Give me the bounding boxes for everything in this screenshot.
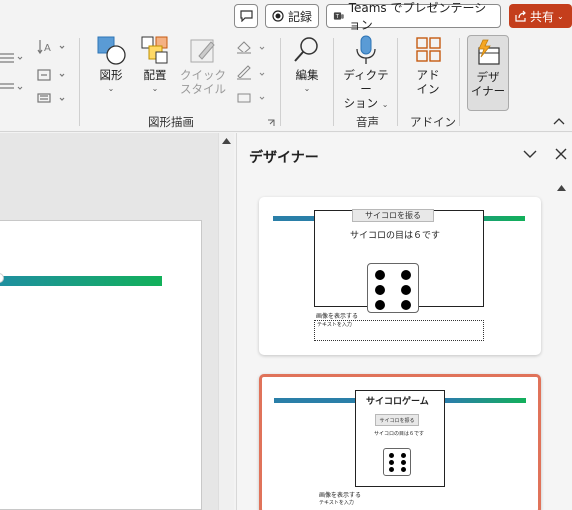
preview-frame: サイコロを振る サイコロの目は６です (314, 209, 484, 313)
microphone-icon (356, 35, 376, 64)
designer-button[interactable]: デザ イナー (467, 35, 509, 111)
text-direction-icon: A (37, 40, 65, 103)
preview-roll-button: サイコロを振る (352, 209, 434, 222)
slide-canvas (0, 133, 218, 510)
record-icon (272, 10, 284, 22)
arrange-label: 配置 (143, 68, 167, 82)
addins-line1: アド (416, 68, 440, 82)
collapse-ribbon-icon[interactable] (553, 117, 565, 125)
quick-styles-line2: スタイル (180, 82, 226, 96)
ribbon-separator (459, 38, 460, 126)
list-icon (0, 53, 23, 90)
chevron-down-icon: ⌄ (557, 11, 564, 21)
text-direction-control[interactable]: A (34, 36, 68, 112)
addins-button[interactable]: アド イン (408, 34, 448, 96)
ribbon-separator (397, 38, 398, 126)
shape-format-controls (234, 36, 270, 112)
svg-text:A: A (44, 43, 51, 54)
quick-styles-line1: クイック (180, 68, 226, 82)
effects-icon[interactable] (237, 93, 265, 103)
pane-scrollbar[interactable] (554, 173, 570, 510)
preview-image-label: 画像を表示する (316, 313, 359, 320)
preview-result-text: サイコロの目は６です (374, 431, 425, 437)
design-suggestion-1[interactable]: サイコロを振る サイコロの目は６です 画像を表示する テキストを入力 (259, 197, 541, 355)
share-label: 共有 (530, 9, 555, 24)
slide-scrollbar[interactable] (218, 133, 234, 510)
arrange-button[interactable]: 配置 ⌄ (135, 34, 175, 96)
quick-styles-icon (190, 39, 215, 63)
close-icon[interactable] (555, 148, 567, 160)
editing-button[interactable]: 編集 ⌄ (287, 34, 327, 96)
addins-group-label: アドイン (410, 115, 456, 129)
dictate-button[interactable]: ディクテー ション ⌄ (340, 34, 392, 112)
slide-accent-bar (0, 276, 162, 286)
designer-pane: デザイナー サイコロを振る サイコロの目は６です 画像を表示する テキストを入力… (236, 133, 572, 510)
bullets-control[interactable] (0, 44, 28, 104)
voice-group-label: 音声 (356, 115, 379, 129)
search-icon (294, 37, 318, 62)
chevron-down-icon: ⌄ (151, 84, 159, 93)
preview-title: サイコロゲーム (366, 397, 429, 407)
scroll-up-icon[interactable] (557, 185, 566, 191)
preview-image-label: 画像を表示する (319, 492, 362, 499)
share-icon (515, 10, 526, 22)
preview-placeholder: テキストを入力 (319, 500, 354, 506)
addins-line2: イン (416, 82, 440, 96)
shapes-button[interactable]: 図形 ⌄ (91, 34, 131, 96)
ribbon: A 図形 ⌄ 配置 ⌄ クイック スタイル 図形描画 編集 ⌄ ディクテー ショ… (0, 32, 572, 132)
comment-icon (239, 10, 253, 22)
drawing-group-label: 図形描画 (148, 115, 194, 129)
comments-button[interactable] (234, 4, 258, 28)
outline-icon[interactable] (237, 65, 265, 80)
record-button[interactable]: 記録 (265, 4, 319, 28)
dialog-launcher-icon[interactable] (267, 119, 275, 127)
preview-text-box: テキストを入力 (314, 320, 484, 341)
ribbon-separator (280, 38, 281, 126)
designer-line1: デザ (476, 70, 500, 84)
teams-present-button[interactable]: T Teams でプレゼンテーション (326, 1, 501, 32)
preview-placeholder: テキストを入力 (317, 322, 352, 328)
chevron-down-icon: ⌄ (303, 84, 311, 93)
dictate-line2: ション ⌄ (343, 96, 389, 110)
designer-icon (478, 39, 500, 65)
fill-icon[interactable] (237, 41, 265, 54)
teams-present-label: Teams でプレゼンテーション (348, 1, 487, 32)
svg-text:T: T (335, 14, 340, 20)
powerpoint-window: 記録 T Teams でプレゼンテーション 共有 ⌄ A 図形 ⌄ 配置 ⌄ ク… (0, 0, 572, 510)
editing-label: 編集 (295, 68, 319, 82)
arrange-icon (141, 36, 168, 64)
designer-line2: イナー (470, 84, 506, 98)
ribbon-separator (333, 38, 334, 126)
record-label: 記録 (288, 9, 313, 24)
teams-icon: T (333, 12, 344, 20)
ribbon-separator (79, 38, 80, 126)
shapes-icon (97, 36, 126, 65)
design-suggestion-2[interactable]: サイコロゲーム サイコロを振る サイコロの目は６です 画像を表示する テキストを… (259, 374, 541, 510)
quick-styles-button[interactable]: クイック スタイル (178, 34, 228, 96)
addins-icon (416, 37, 441, 62)
chevron-down-icon[interactable] (523, 150, 537, 159)
chevron-down-icon: ⌄ (107, 84, 115, 93)
share-button[interactable]: 共有 ⌄ (509, 4, 572, 28)
preview-result-text: サイコロの目は６です (350, 231, 441, 241)
shapes-label: 図形 (99, 68, 123, 82)
die-face-6 (383, 448, 411, 476)
pane-title: デザイナー (249, 150, 319, 166)
preview-frame: サイコロゲーム サイコロを振る サイコロの目は６です (355, 390, 445, 487)
die-face-6 (367, 263, 419, 313)
slide[interactable] (0, 220, 202, 510)
preview-roll-button: サイコロを振る (375, 414, 419, 426)
dictate-line1: ディクテー (343, 68, 389, 96)
title-bar: 記録 T Teams でプレゼンテーション 共有 ⌄ (0, 0, 572, 32)
scroll-up-icon[interactable] (222, 138, 231, 144)
